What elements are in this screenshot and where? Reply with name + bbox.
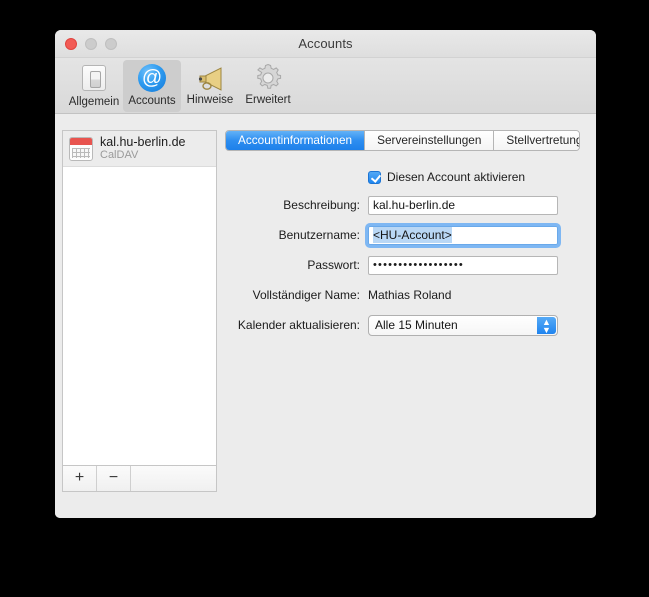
account-name: kal.hu-berlin.de	[100, 134, 186, 149]
account-detail-panel: Accountinformationen Servereinstellungen…	[225, 130, 585, 495]
tab-stellvertretung[interactable]: Stellvertretung	[494, 131, 579, 150]
list-item[interactable]: kal.hu-berlin.de CalDAV	[63, 131, 216, 167]
add-account-button[interactable]: +	[63, 466, 97, 491]
toolbar-label-accounts: Accounts	[128, 95, 176, 107]
account-tab-bar: Accountinformationen Servereinstellungen…	[225, 130, 580, 151]
accounts-preferences-window: Accounts Allgemein @ Accounts Hinweise E…	[55, 30, 596, 518]
toolbar-label-erweitert: Erweitert	[245, 94, 291, 106]
enable-account-row: Diesen Account aktivieren	[225, 164, 580, 190]
window-title: Accounts	[298, 36, 353, 51]
toolbar-item-allgemein[interactable]: Allgemein	[65, 60, 123, 112]
field-row-beschreibung: Beschreibung: kal.hu-berlin.de	[225, 190, 580, 220]
toolbar-item-hinweise[interactable]: Hinweise	[181, 60, 239, 112]
toolbar-item-accounts[interactable]: @ Accounts	[123, 60, 181, 112]
window-titlebar: Accounts	[55, 30, 596, 58]
tab-accountinformationen[interactable]: Accountinformationen	[226, 131, 366, 150]
label-benutzername: Benutzername:	[278, 228, 360, 242]
general-switch-icon	[79, 65, 109, 95]
passwort-input[interactable]: ••••••••••••••••••	[368, 255, 558, 275]
calendar-icon	[69, 136, 93, 161]
chevron-updown-icon: ▲ ▼	[537, 316, 556, 334]
at-sign-icon: @	[137, 64, 167, 94]
enable-account-checkbox[interactable]	[368, 170, 381, 184]
benutzername-input[interactable]: <HU-Account>	[365, 222, 561, 248]
label-beschreibung: Beschreibung:	[283, 198, 360, 212]
remove-account-button[interactable]: −	[97, 466, 131, 491]
account-information-form: Diesen Account aktivieren Beschreibung: …	[225, 164, 580, 340]
field-row-vollstaendiger-name: Vollständiger Name: Mathias Roland	[225, 280, 580, 310]
beschreibung-input[interactable]: kal.hu-berlin.de	[368, 195, 558, 215]
label-passwort: Passwort:	[307, 258, 360, 272]
preferences-toolbar: Allgemein @ Accounts Hinweise Erweitert	[55, 58, 596, 114]
toolbar-label-allgemein: Allgemein	[68, 96, 120, 108]
sidebar-footer-spacer	[131, 466, 216, 491]
benutzername-value: <HU-Account>	[373, 226, 452, 243]
field-row-passwort: Passwort: ••••••••••••••••••	[225, 250, 580, 280]
screenshot-stage: Accounts Allgemein @ Accounts Hinweise E…	[0, 0, 649, 597]
toolbar-label-hinweise: Hinweise	[186, 94, 234, 106]
field-row-kalender-aktualisieren: Kalender aktualisieren: Alle 15 Minuten …	[225, 310, 580, 340]
tab-servereinstellungen[interactable]: Servereinstellungen	[365, 131, 495, 150]
account-type: CalDAV	[100, 148, 139, 161]
field-row-benutzername: Benutzername: <HU-Account>	[225, 220, 580, 250]
toolbar-item-erweitert[interactable]: Erweitert	[239, 60, 297, 112]
label-vollstaendiger-name: Vollständiger Name:	[252, 288, 360, 302]
refresh-interval-value: Alle 15 Minuten	[375, 317, 458, 332]
label-kalender-aktualisieren: Kalender aktualisieren:	[237, 318, 360, 332]
accounts-sidebar-list[interactable]: kal.hu-berlin.de CalDAV	[62, 130, 217, 466]
vollstaendiger-name-value: Mathias Roland	[368, 288, 452, 302]
gear-icon	[253, 63, 283, 93]
enable-account-label: Diesen Account aktivieren	[387, 170, 526, 184]
sidebar-footer-toolbar: + −	[62, 466, 217, 492]
preferences-body: kal.hu-berlin.de CalDAV + − Accountinfor…	[55, 115, 596, 518]
megaphone-icon	[195, 63, 225, 93]
refresh-interval-select[interactable]: Alle 15 Minuten ▲ ▼	[368, 314, 558, 336]
